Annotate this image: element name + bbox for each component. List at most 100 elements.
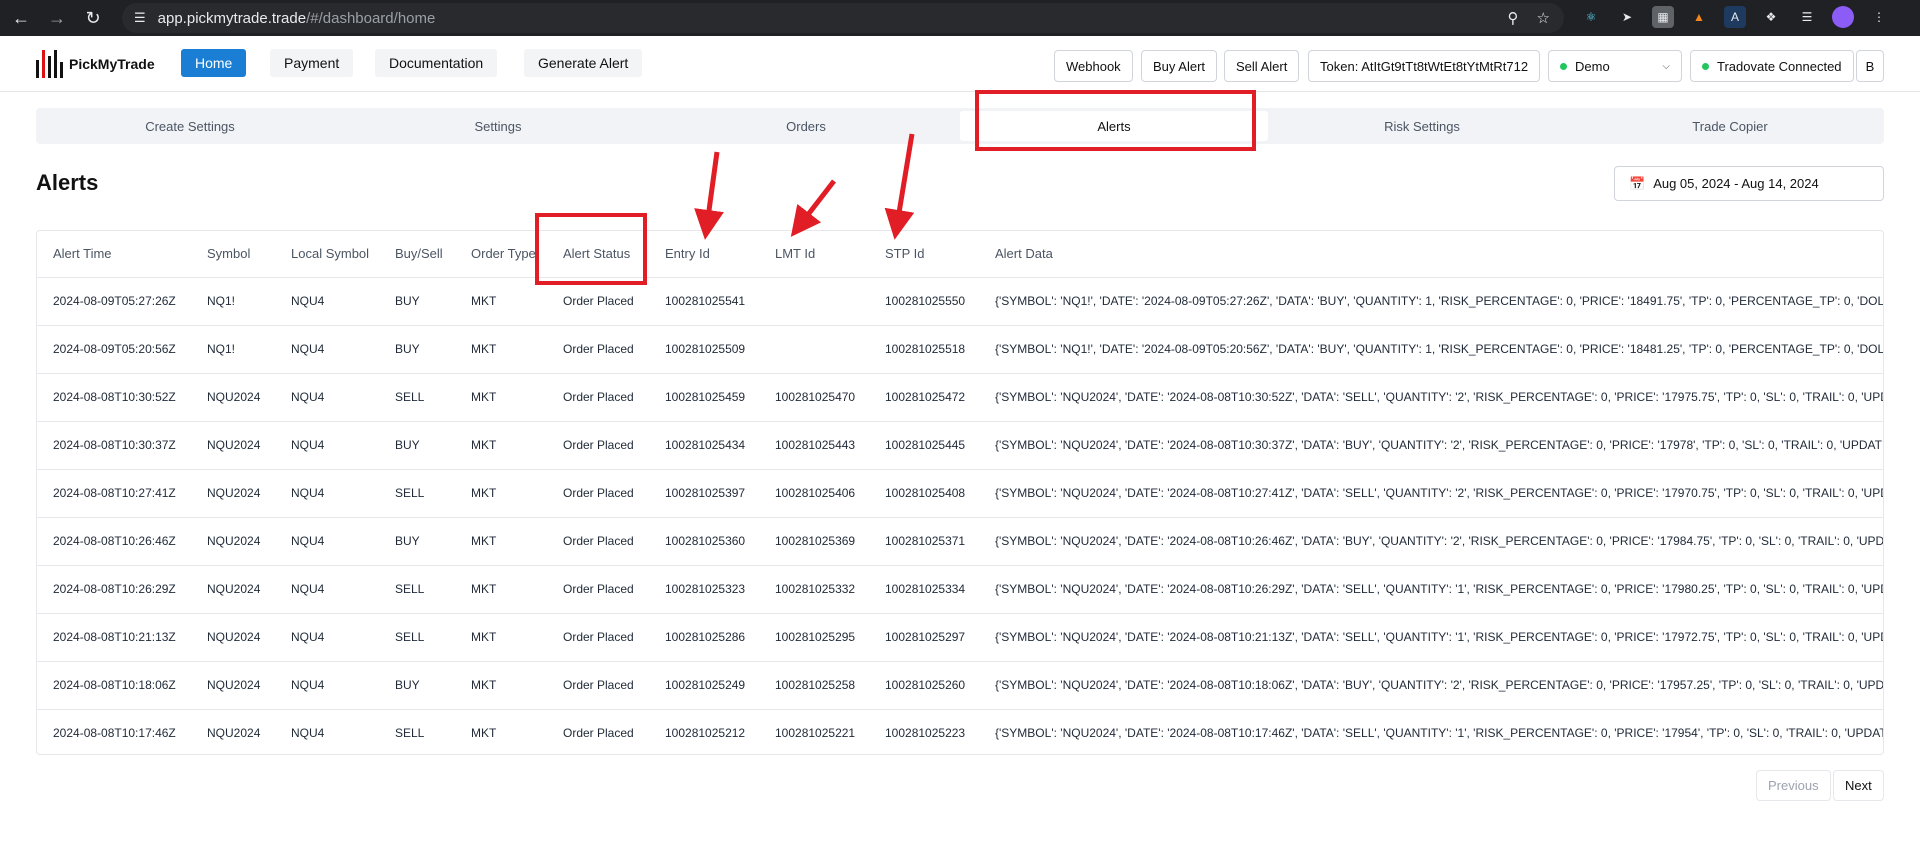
- tab-orders[interactable]: Orders: [652, 108, 960, 144]
- table-cell: 100281025334: [869, 564, 979, 613]
- table-cell: 2024-08-08T10:30:37Z: [37, 420, 191, 469]
- table-cell: Order Placed: [547, 324, 649, 373]
- zoom-icon[interactable]: ⚲: [1508, 9, 1519, 27]
- table-cell: NQU2024: [191, 468, 275, 517]
- previous-page-button[interactable]: Previous: [1756, 770, 1831, 801]
- profile-avatar[interactable]: [1832, 6, 1854, 28]
- table-cell: BUY: [379, 420, 455, 469]
- table-cell: Order Placed: [547, 372, 649, 421]
- table-cell: Order Placed: [547, 612, 649, 661]
- table-cell: 2024-08-08T10:21:13Z: [37, 612, 191, 661]
- table-cell: NQU2024: [191, 708, 275, 754]
- tab-trade-copier[interactable]: Trade Copier: [1576, 108, 1884, 144]
- extension-rocket-icon[interactable]: ➤: [1616, 6, 1638, 28]
- column-header[interactable]: LMT Id: [759, 231, 869, 277]
- extension-fox-icon[interactable]: ▲: [1688, 6, 1710, 28]
- table-cell: 2024-08-08T10:26:46Z: [37, 516, 191, 565]
- table-cell: MKT: [455, 420, 547, 469]
- webhook-button[interactable]: Webhook: [1054, 50, 1133, 82]
- app-header: PickMyTrade Home Payment Documentation G…: [0, 36, 1920, 92]
- generate-alert-nav-button[interactable]: Generate Alert: [524, 49, 643, 77]
- table-row[interactable]: 2024-08-08T10:17:46Z NQU2024 NQU4 SELL MKT Or…: [37, 708, 1883, 754]
- connected-dot-icon: [1702, 62, 1709, 70]
- table-cell: NQU4: [275, 612, 379, 661]
- date-range-picker[interactable]: 📅 Aug 05, 2024 - Aug 14, 2024: [1614, 166, 1884, 201]
- column-header[interactable]: Order Type: [455, 231, 547, 277]
- chevron-down-icon: ⌵: [1662, 60, 1670, 72]
- table-row[interactable]: 2024-08-08T10:30:52Z NQU2024 NQU4 SELL MKT Or…: [37, 372, 1883, 421]
- table-row[interactable]: 2024-08-09T05:20:56Z NQ1! NQU4 BUY MKT Order …: [37, 324, 1883, 373]
- table-cell: {'SYMBOL': 'NQ1!', 'DATE': '2024-08-09T0…: [979, 276, 1883, 325]
- table-cell: {'SYMBOL': 'NQU2024', 'DATE': '2024-08-0…: [979, 372, 1883, 421]
- column-header[interactable]: Entry Id: [649, 231, 759, 277]
- extension-tab-icon[interactable]: ▦: [1652, 6, 1674, 28]
- table-row[interactable]: 2024-08-08T10:26:46Z NQU2024 NQU4 BUY MKT Ord…: [37, 516, 1883, 565]
- table-cell: BUY: [379, 324, 455, 373]
- table-row[interactable]: 2024-08-08T10:26:29Z NQU2024 NQU4 SELL MKT Or…: [37, 564, 1883, 613]
- table-cell: NQU4: [275, 276, 379, 325]
- column-header[interactable]: Symbol: [191, 231, 275, 277]
- date-range-value: Aug 05, 2024 - Aug 14, 2024: [1653, 176, 1819, 191]
- table-cell: 2024-08-08T10:26:29Z: [37, 564, 191, 613]
- table-cell: SELL: [379, 372, 455, 421]
- user-menu-button[interactable]: B: [1856, 50, 1884, 82]
- logo[interactable]: PickMyTrade: [36, 50, 155, 78]
- forward-icon[interactable]: →: [42, 3, 72, 33]
- bookmark-star-icon[interactable]: ☆: [1537, 9, 1550, 27]
- table-row[interactable]: 2024-08-08T10:21:13Z NQU2024 NQU4 SELL MKT Or…: [37, 612, 1883, 661]
- table-cell: 100281025541: [649, 276, 759, 325]
- table-row[interactable]: 2024-08-08T10:30:37Z NQU2024 NQU4 BUY MKT Ord…: [37, 420, 1883, 469]
- table-cell: 2024-08-08T10:17:46Z: [37, 708, 191, 754]
- column-header[interactable]: STP Id: [869, 231, 979, 277]
- column-header[interactable]: Alert Time: [37, 231, 191, 277]
- table-cell: 100281025258: [759, 660, 869, 709]
- reload-icon[interactable]: ↻: [78, 3, 108, 33]
- home-nav-button[interactable]: Home: [181, 49, 247, 77]
- address-bar[interactable]: ☰ app.pickmytrade.trade /#/dashboard/hom…: [122, 3, 1564, 33]
- table-cell: NQU4: [275, 468, 379, 517]
- extension-a-icon[interactable]: A: [1724, 6, 1746, 28]
- column-header[interactable]: Buy/Sell: [379, 231, 455, 277]
- media-queue-icon[interactable]: ☰: [1796, 6, 1818, 28]
- table-cell: 100281025286: [649, 612, 759, 661]
- table-cell: NQU2024: [191, 420, 275, 469]
- tab-settings[interactable]: Settings: [344, 108, 652, 144]
- tab-create-settings[interactable]: Create Settings: [36, 108, 344, 144]
- table-cell: 100281025369: [759, 516, 869, 565]
- payment-nav-button[interactable]: Payment: [270, 49, 354, 77]
- table-cell: 100281025509: [649, 324, 759, 373]
- table-cell: 100281025212: [649, 708, 759, 754]
- back-icon[interactable]: ←: [6, 3, 36, 33]
- column-header[interactable]: Local Symbol: [275, 231, 379, 277]
- table-cell: NQU4: [275, 324, 379, 373]
- extensions-puzzle-icon[interactable]: ❖: [1760, 6, 1782, 28]
- table-cell: 100281025443: [759, 420, 869, 469]
- tab-risk-settings[interactable]: Risk Settings: [1268, 108, 1576, 144]
- table-cell: 100281025260: [869, 660, 979, 709]
- token-display[interactable]: Token: AtItGt9tTt8tWtEt8tYtMtRt712: [1308, 50, 1541, 82]
- menu-icon[interactable]: ⋮: [1868, 6, 1890, 28]
- alerts-table-container[interactable]: Alert Time Symbol Local Symbol Buy/Sell …: [36, 230, 1884, 755]
- table-body: 2024-08-09T05:27:26Z NQ1! NQU4 BUY MKT Order …: [37, 276, 1883, 754]
- documentation-nav-button[interactable]: Documentation: [375, 49, 498, 77]
- table-cell: MKT: [455, 516, 547, 565]
- table-cell: NQU4: [275, 372, 379, 421]
- table-cell: {'SYMBOL': 'NQ1!', 'DATE': '2024-08-09T0…: [979, 324, 1883, 373]
- next-page-button[interactable]: Next: [1833, 770, 1884, 801]
- table-row[interactable]: 2024-08-09T05:27:26Z NQ1! NQU4 BUY MKT Order …: [37, 276, 1883, 325]
- site-info-icon[interactable]: ☰: [134, 10, 146, 26]
- table-cell: 2024-08-09T05:20:56Z: [37, 324, 191, 373]
- table-cell: NQU4: [275, 516, 379, 565]
- table-row[interactable]: 2024-08-08T10:27:41Z NQU2024 NQU4 SELL MKT Or…: [37, 468, 1883, 517]
- buy-alert-button[interactable]: Buy Alert: [1141, 50, 1218, 82]
- extension-react-icon[interactable]: ⚛: [1580, 6, 1602, 28]
- table-row[interactable]: 2024-08-08T10:18:06Z NQU2024 NQU4 BUY MKT Ord…: [37, 660, 1883, 709]
- table-cell: SELL: [379, 468, 455, 517]
- column-header[interactable]: Alert Data: [979, 231, 1883, 277]
- calendar-icon: 📅: [1629, 175, 1646, 191]
- account-select[interactable]: Demo ⌵: [1548, 50, 1682, 82]
- annotation-box-alert-status: [535, 213, 647, 285]
- table-cell: SELL: [379, 564, 455, 613]
- sell-alert-button[interactable]: Sell Alert: [1224, 50, 1300, 82]
- table-cell: 100281025221: [759, 708, 869, 754]
